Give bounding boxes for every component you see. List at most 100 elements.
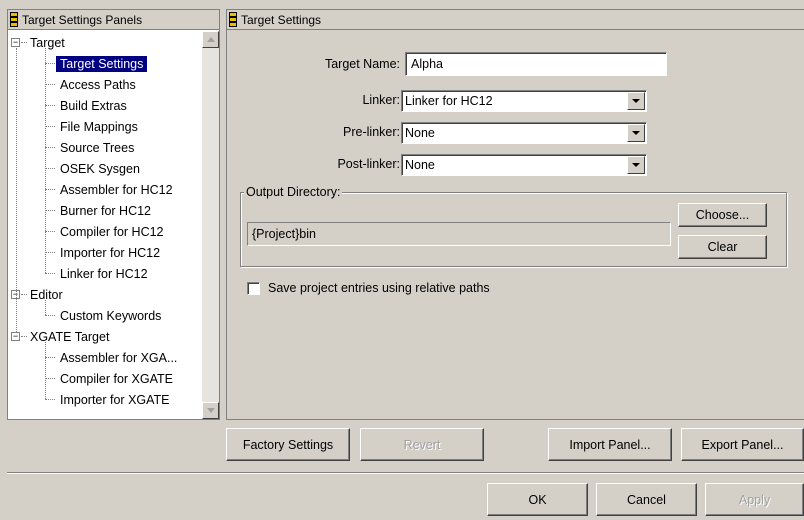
prelinker-selected-value: None — [405, 126, 435, 140]
tree-item[interactable]: Assembler for HC12 — [56, 179, 177, 200]
tree-connector-line — [45, 399, 55, 400]
scroll-down-button[interactable] — [202, 402, 219, 419]
output-directory-field: {Project}bin — [247, 222, 671, 246]
tree-node[interactable]: Editor — [26, 284, 67, 305]
tree-item[interactable]: File Mappings — [56, 116, 142, 137]
revert-button[interactable]: Revert — [360, 428, 484, 461]
tree-connector-line — [45, 126, 55, 127]
tree-connector-line — [45, 63, 55, 64]
prelinker-dropdown-button[interactable] — [627, 124, 645, 142]
tree-connector-line — [45, 252, 55, 253]
tree-item-label: Access Paths — [60, 77, 136, 92]
apply-button[interactable]: Apply — [705, 483, 804, 516]
import-panel-button[interactable]: Import Panel... — [548, 428, 672, 461]
tree-connector-line — [21, 336, 27, 337]
left-panel-header: Target Settings Panels — [8, 10, 219, 30]
tree-connector-line — [45, 273, 55, 274]
tree-item-label: Build Extras — [60, 98, 127, 113]
target-name-input[interactable]: Alpha — [405, 52, 667, 76]
dialog-separator — [7, 472, 804, 474]
tree-connector-line — [45, 342, 46, 399]
target-name-label: Target Name: — [324, 57, 400, 71]
tree-item-label: Burner for HC12 — [60, 203, 152, 218]
linker-label: Linker: — [362, 93, 400, 107]
clear-button[interactable]: Clear — [678, 235, 767, 259]
tree-item[interactable]: Build Extras — [56, 95, 131, 116]
tree-item[interactable]: OSEK Sysgen — [56, 158, 144, 179]
right-panel-title: Target Settings — [241, 12, 322, 27]
panel-header-icon — [229, 12, 237, 27]
tree-item-label: Assembler for HC12 — [60, 182, 173, 197]
tree-item-label: Linker for HC12 — [60, 266, 148, 281]
arrow-down-icon — [206, 408, 215, 413]
tree-connector-line — [16, 48, 17, 332]
chevron-down-icon — [632, 99, 640, 103]
tree-item[interactable]: Burner for HC12 — [56, 200, 155, 221]
ok-button[interactable]: OK — [487, 483, 588, 516]
settings-panels-tree-pane: Target Settings Panels Target − Target Set… — [7, 9, 220, 420]
tree-connector-line — [45, 105, 55, 106]
export-panel-button[interactable]: Export Panel... — [681, 428, 804, 461]
collapse-icon[interactable]: − — [11, 38, 20, 47]
collapse-icon[interactable]: − — [11, 332, 20, 341]
tree-item[interactable]: Assembler for XGA... — [56, 347, 181, 368]
relative-paths-checkbox[interactable] — [247, 282, 260, 295]
linker-dropdown-button[interactable] — [627, 92, 645, 110]
tree-connector-line — [45, 357, 55, 358]
tree-connector-line — [45, 189, 55, 190]
tree-connector-line — [45, 300, 46, 315]
arrow-up-icon — [206, 37, 215, 42]
prelinker-label: Pre-linker: — [343, 125, 400, 139]
tree-item[interactable]: Source Trees — [56, 137, 138, 158]
tree-item-label: Target — [30, 35, 65, 50]
tree-node[interactable]: XGATE Target — [26, 326, 113, 347]
target-settings-pane: Target Settings Target Name: Alpha Linke… — [226, 9, 804, 420]
tree-item-label: Assembler for XGA... — [60, 350, 178, 365]
tree-item[interactable]: Linker for HC12 — [56, 263, 152, 284]
tree-connector-line — [45, 231, 55, 232]
tree-item[interactable]: Compiler for HC12 — [56, 221, 168, 242]
tree-connector-line — [45, 378, 55, 379]
tree-connector-line — [21, 294, 27, 295]
tree-item[interactable]: Compiler for XGATE — [56, 368, 177, 389]
factory-settings-button[interactable]: Factory Settings — [226, 428, 350, 461]
settings-tree[interactable]: Target − Target Settings Access Paths Build … — [8, 31, 202, 419]
tree-item-label: File Mappings — [60, 119, 138, 134]
chevron-down-icon — [632, 131, 640, 135]
tree-item-label: Compiler for XGATE — [60, 371, 173, 386]
tree-item[interactable]: Importer for HC12 — [56, 242, 164, 263]
cancel-button[interactable]: Cancel — [596, 483, 697, 516]
tree-item[interactable]: Target Settings — [56, 53, 148, 74]
right-panel-header: Target Settings — [227, 10, 804, 30]
choose-button[interactable]: Choose... — [678, 203, 767, 227]
panel-header-icon — [10, 12, 18, 27]
tree-item-label: Compiler for HC12 — [60, 224, 164, 239]
tree-node[interactable]: Target — [26, 32, 69, 53]
linker-select[interactable]: Linker for HC12 — [401, 90, 647, 112]
postlinker-dropdown-button[interactable] — [627, 156, 645, 174]
tree-connector-line — [45, 168, 55, 169]
linker-selected-value: Linker for HC12 — [405, 94, 493, 108]
tree-item-label: OSEK Sysgen — [60, 161, 140, 176]
tree-item-label: XGATE Target — [30, 329, 110, 344]
tree-item-label: Importer for HC12 — [60, 245, 161, 260]
tree-item[interactable]: Access Paths — [56, 74, 140, 95]
tree-item-label: Target Settings — [56, 55, 148, 72]
tree-item-label: Source Trees — [60, 140, 135, 155]
tree-connector-line — [45, 84, 55, 85]
tree-scrollbar[interactable] — [202, 31, 219, 419]
prelinker-select[interactable]: None — [401, 122, 647, 144]
tree-connector-line — [45, 147, 55, 148]
postlinker-selected-value: None — [405, 158, 435, 172]
tree-connector-line — [21, 42, 27, 43]
left-panel-title: Target Settings Panels — [22, 12, 143, 27]
output-directory-label: Output Directory: — [244, 185, 343, 199]
postlinker-label: Post-linker: — [337, 157, 400, 171]
tree-item-label: Editor — [30, 287, 63, 302]
postlinker-select[interactable]: None — [401, 154, 647, 176]
tree-connector-line — [45, 48, 46, 273]
tree-item[interactable]: Importer for XGATE — [56, 389, 174, 410]
scroll-up-button[interactable] — [202, 31, 219, 48]
tree-item[interactable]: Custom Keywords — [56, 305, 165, 326]
tree-item-label: Custom Keywords — [60, 308, 162, 323]
